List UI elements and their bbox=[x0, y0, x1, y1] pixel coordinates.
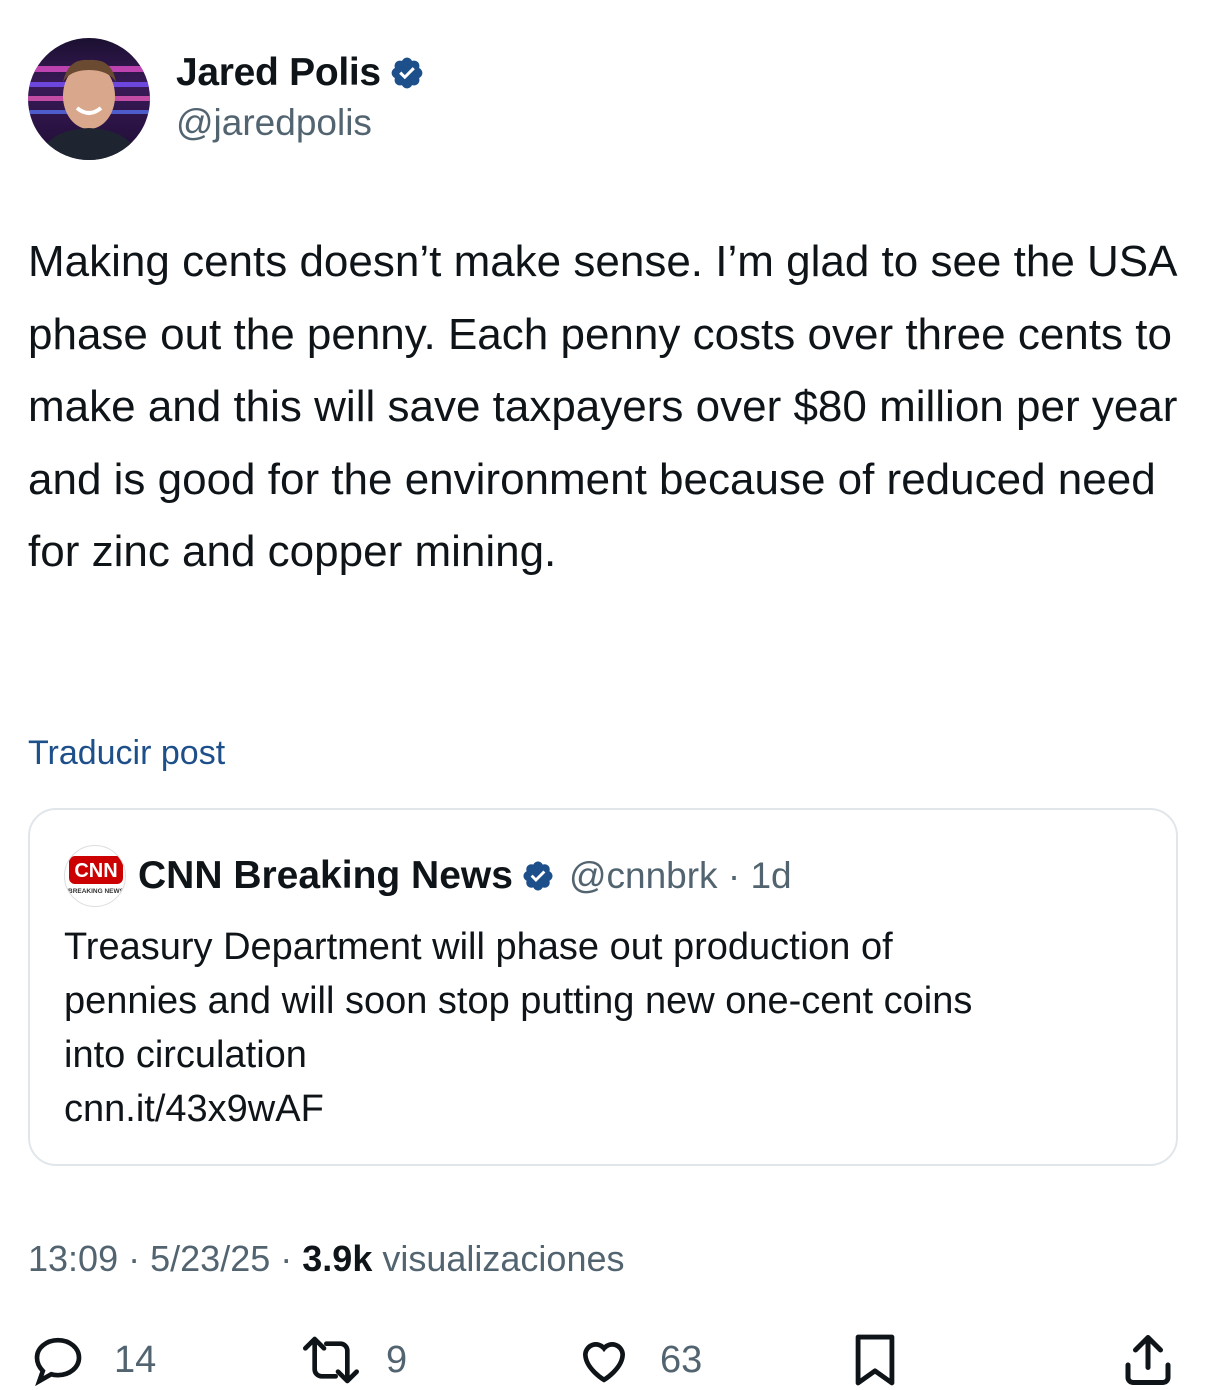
repost-icon bbox=[303, 1336, 359, 1384]
post-time[interactable]: 13:09 bbox=[28, 1238, 118, 1279]
share-button[interactable] bbox=[1118, 1330, 1178, 1390]
translate-post-link[interactable]: Traducir post bbox=[28, 734, 225, 773]
views-count: 3.9k bbox=[302, 1238, 373, 1279]
author-handle[interactable]: @jaredpolis bbox=[176, 102, 425, 144]
post-date[interactable]: 5/23/25 bbox=[150, 1238, 270, 1279]
quoted-text-line: pennies and will soon stop putting new o… bbox=[64, 980, 973, 1022]
quoted-text-line: into circulation bbox=[64, 1034, 307, 1076]
reply-button[interactable]: 14 bbox=[28, 1330, 156, 1390]
author-name[interactable]: Jared Polis bbox=[176, 51, 381, 95]
repost-count: 9 bbox=[386, 1338, 408, 1381]
share-icon bbox=[1125, 1335, 1171, 1385]
action-bar: 14 9 63 bbox=[0, 1330, 1206, 1390]
reply-icon bbox=[34, 1337, 82, 1387]
bookmark-button[interactable] bbox=[846, 1330, 904, 1390]
like-button[interactable]: 63 bbox=[574, 1330, 702, 1390]
quoted-author-handle[interactable]: @cnnbrk · 1d bbox=[569, 855, 792, 897]
reply-count: 14 bbox=[114, 1338, 157, 1381]
cnn-logo-avatar[interactable]: CNN BREAKING NEWS bbox=[64, 845, 126, 907]
cnn-logo-subtext: BREAKING NEWS bbox=[68, 888, 125, 895]
views-label: visualizaciones bbox=[382, 1238, 625, 1279]
author-avatar[interactable] bbox=[28, 38, 150, 160]
bookmark-icon bbox=[855, 1334, 895, 1386]
verified-badge-icon bbox=[391, 57, 423, 89]
like-count: 63 bbox=[660, 1338, 703, 1381]
quoted-author-name[interactable]: CNN Breaking News bbox=[138, 854, 513, 898]
repost-button[interactable]: 9 bbox=[296, 1330, 407, 1390]
post-text: Making cents doesn’t make sense. I’m gla… bbox=[28, 237, 1178, 576]
quoted-post-text: Treasury Department will phase out produ… bbox=[64, 920, 1154, 1136]
heart-icon bbox=[582, 1342, 626, 1383]
quoted-post-card[interactable]: CNN BREAKING NEWS CNN Breaking News @cnn… bbox=[28, 808, 1178, 1166]
quoted-post-header: CNN BREAKING NEWS CNN Breaking News @cnn… bbox=[64, 845, 792, 907]
quoted-post-age: 1d bbox=[750, 855, 792, 896]
verified-badge-icon bbox=[523, 861, 553, 891]
quoted-text-line: Treasury Department will phase out produ… bbox=[64, 926, 893, 968]
author-info: Jared Polis @jaredpolis bbox=[176, 48, 425, 144]
post-meta: 13:09 · 5/23/25 · 3.9k visualizaciones bbox=[28, 1238, 625, 1279]
quoted-link[interactable]: cnn.it/43x9wAF bbox=[64, 1082, 1154, 1136]
cnn-logo-text: CNN bbox=[74, 860, 117, 882]
